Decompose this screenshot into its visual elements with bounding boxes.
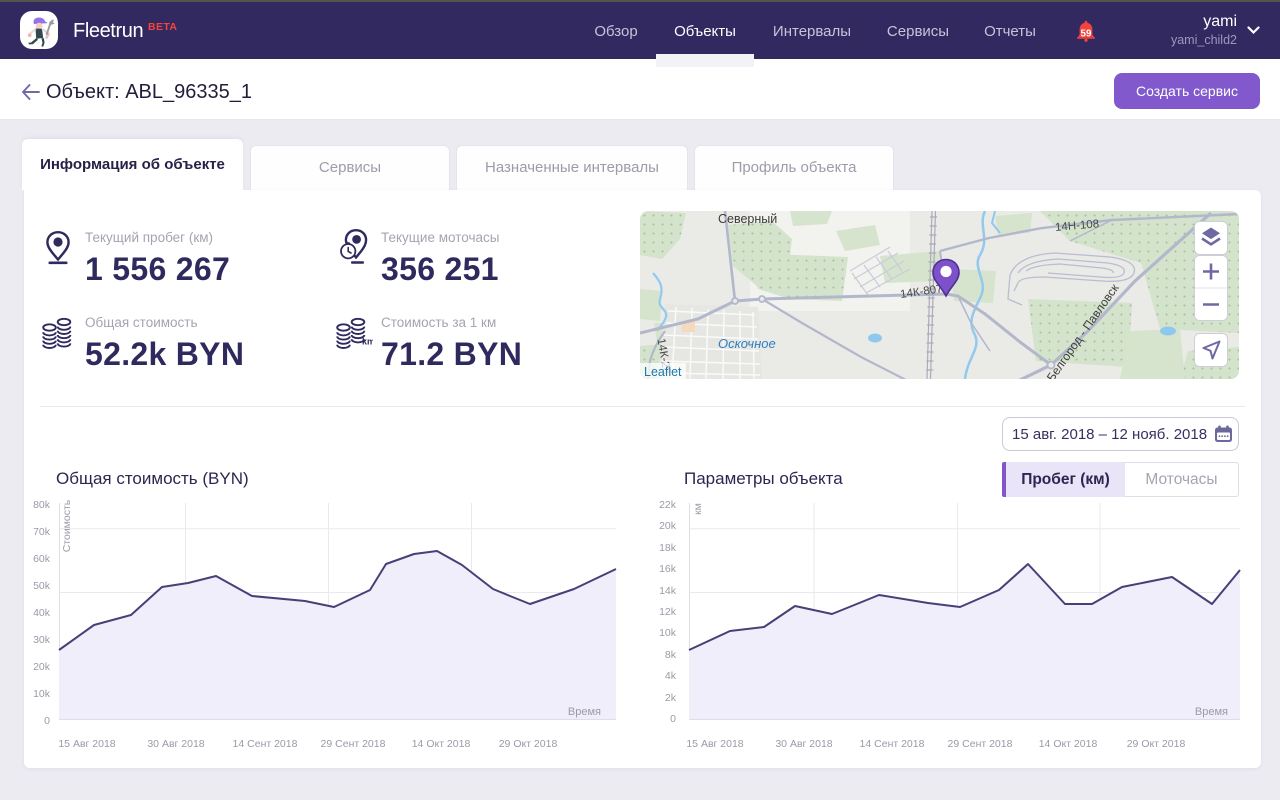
svg-text:Северный: Северный <box>718 212 777 226</box>
svg-text:4k: 4k <box>665 670 677 682</box>
svg-text:Оскочное: Оскочное <box>718 336 776 351</box>
svg-text:30 Авг 2018: 30 Авг 2018 <box>775 738 832 750</box>
svg-text:80k: 80k <box>33 499 51 511</box>
svg-text:22k: 22k <box>659 499 677 511</box>
svg-text:Стоимость: Стоимость <box>61 499 73 552</box>
svg-text:15 Авг 2018: 15 Авг 2018 <box>686 738 743 750</box>
svg-text:14k: 14k <box>659 585 677 597</box>
svg-text:18k: 18k <box>659 542 677 554</box>
svg-text:Leaflet: Leaflet <box>644 365 682 379</box>
svg-text:16k: 16k <box>659 563 677 575</box>
svg-text:14 Сент 2018: 14 Сент 2018 <box>860 738 925 750</box>
svg-text:29 Окт 2018: 29 Окт 2018 <box>1127 738 1186 750</box>
svg-text:50k: 50k <box>33 580 51 592</box>
svg-text:2k: 2k <box>665 692 677 704</box>
svg-text:0: 0 <box>44 715 50 727</box>
svg-text:20k: 20k <box>659 520 677 532</box>
svg-text:40k: 40k <box>33 607 51 619</box>
svg-text:15 Авг 2018: 15 Авг 2018 <box>58 738 115 750</box>
svg-text:14 Окт 2018: 14 Окт 2018 <box>1039 738 1098 750</box>
svg-text:км: км <box>692 503 704 515</box>
svg-text:29 Окт 2018: 29 Окт 2018 <box>499 738 558 750</box>
svg-text:10k: 10k <box>33 688 51 700</box>
svg-text:29 Сент 2018: 29 Сент 2018 <box>948 738 1013 750</box>
svg-text:30k: 30k <box>33 634 51 646</box>
svg-text:30 Авг 2018: 30 Авг 2018 <box>147 738 204 750</box>
svg-text:8k: 8k <box>665 649 677 661</box>
svg-text:29 Сент 2018: 29 Сент 2018 <box>321 738 386 750</box>
svg-text:20k: 20k <box>33 661 51 673</box>
svg-text:12k: 12k <box>659 606 677 618</box>
svg-text:Время: Время <box>1195 706 1228 718</box>
svg-text:14 Окт 2018: 14 Окт 2018 <box>412 738 471 750</box>
svg-text:60k: 60k <box>33 553 51 565</box>
svg-text:14 Сент 2018: 14 Сент 2018 <box>233 738 298 750</box>
svg-text:Время: Время <box>568 706 601 718</box>
svg-text:10k: 10k <box>659 627 677 639</box>
svg-text:70k: 70k <box>33 526 51 538</box>
svg-text:0: 0 <box>670 713 676 725</box>
